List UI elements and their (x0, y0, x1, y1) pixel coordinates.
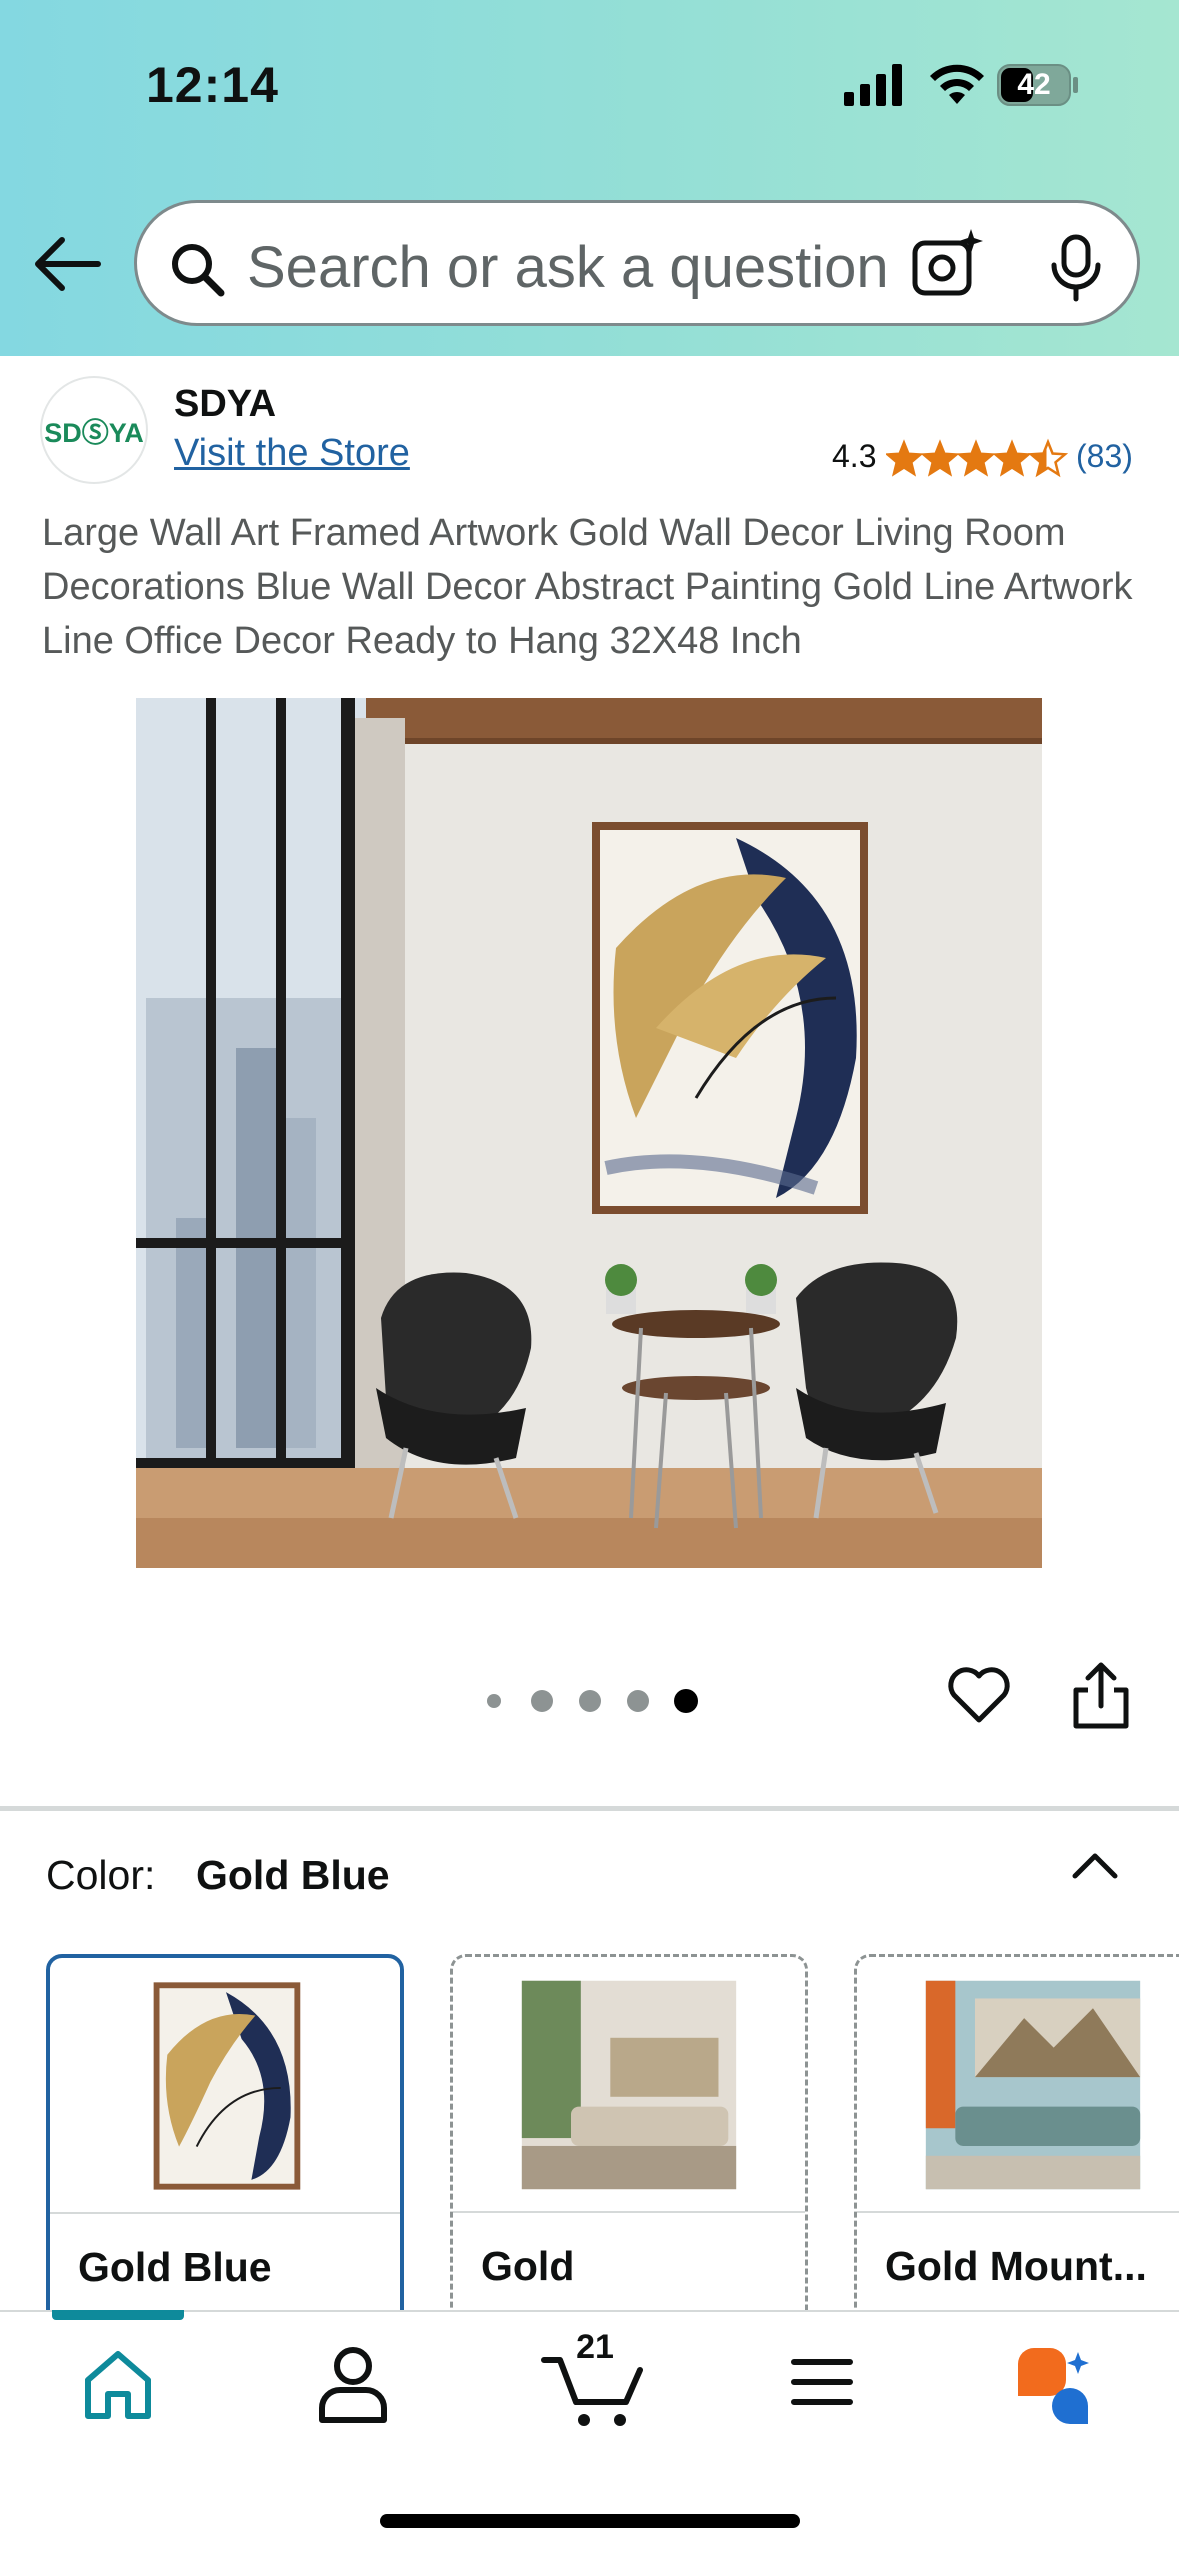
active-tab-indicator (52, 2310, 184, 2320)
color-option-label: Gold Mount... (885, 2243, 1147, 2289)
swatch-thumbnail (453, 1959, 805, 2209)
image-pager[interactable] (484, 1686, 704, 1716)
microphone-icon[interactable] (1045, 233, 1107, 303)
wifi-icon (930, 64, 984, 104)
menu-icon[interactable] (790, 2352, 854, 2412)
swatch-separator (453, 2211, 805, 2213)
swatch-thumbnail (857, 1959, 1179, 2209)
brand-name: SDYA (174, 383, 277, 425)
cellular-signal-icon (844, 64, 902, 106)
share-icon[interactable] (1068, 1660, 1134, 1732)
rating-value: 4.3 (832, 438, 877, 474)
brand-logo-text: SDⓈYA (44, 418, 144, 448)
product-title: Large Wall Art Framed Artwork Gold Wall … (42, 512, 1133, 662)
status-time: 12:14 (146, 57, 279, 113)
chevron-up-icon[interactable] (1070, 1850, 1120, 1880)
battery-icon: 42 (997, 64, 1079, 106)
search-icon (172, 244, 225, 297)
cart-count-badge: 21 (576, 2328, 614, 2366)
home-indicator (380, 2514, 800, 2528)
heart-icon[interactable] (946, 1664, 1012, 1726)
color-selected-value: Gold Blue (196, 1852, 390, 1898)
star-rating-icon[interactable] (886, 438, 1068, 478)
visit-store-link[interactable]: Visit the Store (174, 432, 410, 475)
rufus-assistant-icon[interactable] (1012, 2344, 1096, 2428)
home-icon[interactable] (80, 2346, 156, 2422)
brand-logo[interactable]: SDⓈYA (40, 376, 148, 484)
search-bar[interactable]: Search or ask a question (134, 200, 1140, 326)
product-image[interactable] (136, 698, 1042, 1568)
section-divider (0, 1806, 1179, 1811)
swatch-separator (50, 2212, 400, 2214)
camera-lens-icon[interactable] (911, 227, 985, 301)
battery-level: 42 (1017, 68, 1051, 101)
search-input[interactable]: Search or ask a question (247, 233, 1017, 303)
account-icon[interactable] (312, 2342, 394, 2424)
swatch-thumbnail (50, 1960, 400, 2210)
color-option-label: Gold Blue (78, 2244, 272, 2290)
color-option-label: Gold (481, 2243, 575, 2289)
swatch-separator (857, 2211, 1179, 2213)
color-label: Color: (46, 1852, 156, 1898)
rating-count-link[interactable]: (83) (1076, 438, 1133, 475)
back-arrow-icon[interactable] (28, 232, 104, 296)
